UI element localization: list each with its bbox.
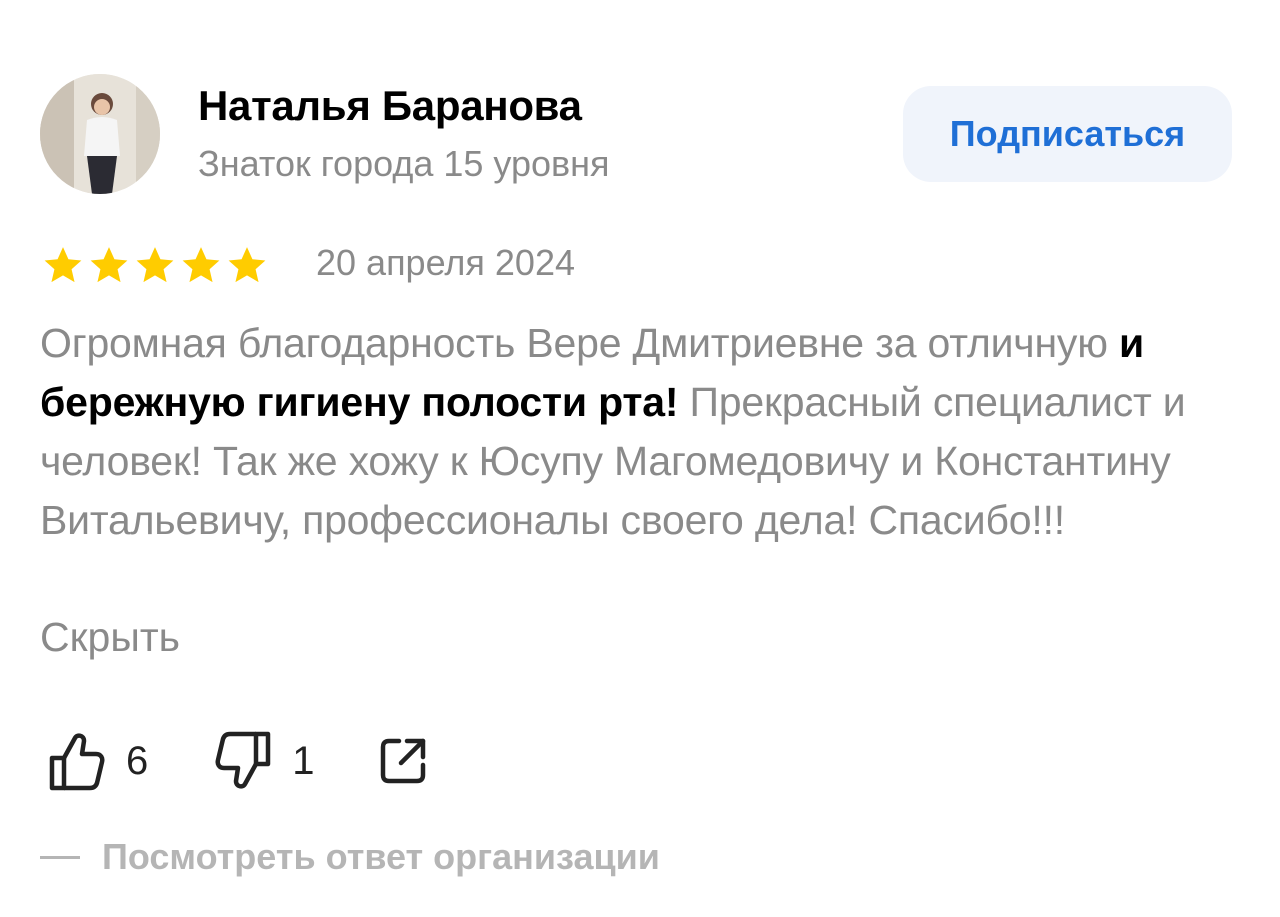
star-icon (228, 247, 266, 283)
like-count: 6 (126, 738, 149, 783)
review-text: Огромная благодарность Вере Дмитриевне з… (40, 314, 1240, 550)
avatar-photo (40, 74, 160, 194)
dash-icon (40, 855, 80, 859)
dislike-count: 1 (292, 738, 315, 783)
org-reply-link[interactable]: Посмотреть ответ организации (40, 836, 660, 878)
share-icon (380, 738, 425, 784)
author-name[interactable]: Наталья Баранова (198, 82, 582, 130)
star-icon (136, 247, 174, 283)
org-reply-label: Посмотреть ответ организации (102, 836, 660, 877)
avatar[interactable] (40, 74, 160, 194)
review-actions: 6 1 (48, 726, 429, 796)
star-icon (90, 247, 128, 283)
like-button[interactable]: 6 (48, 730, 148, 792)
rating-stars (42, 244, 268, 286)
star-icon (182, 247, 220, 283)
dislike-button[interactable]: 1 (214, 730, 315, 792)
review-text-part1: Огромная благодарность Вере Дмитриевне з… (40, 320, 1119, 366)
author-level: Знаток города 15 уровня (198, 143, 610, 184)
subscribe-button[interactable]: Подписаться (903, 86, 1232, 182)
share-button[interactable] (377, 735, 429, 787)
star-icon (44, 247, 82, 283)
hide-link[interactable]: Скрыть (40, 614, 180, 661)
review-date: 20 апреля 2024 (316, 242, 575, 283)
thumbs-down-icon (215, 731, 271, 789)
thumbs-up-icon (49, 733, 105, 791)
